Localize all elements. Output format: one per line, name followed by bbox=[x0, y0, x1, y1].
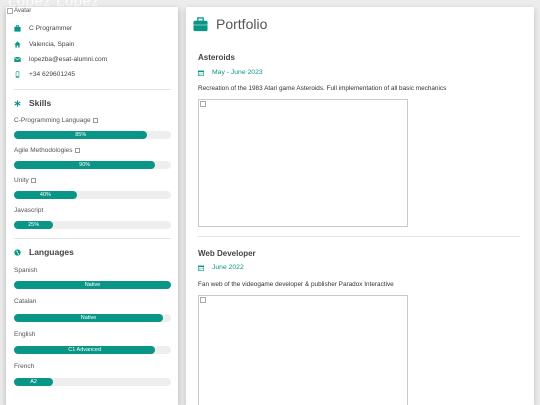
language-bar: A2 bbox=[14, 378, 171, 386]
skill-bar-fill: 90% bbox=[14, 161, 156, 169]
home-icon bbox=[14, 41, 21, 48]
globe-icon bbox=[14, 248, 21, 256]
languages-title: Languages bbox=[14, 247, 74, 257]
divider bbox=[198, 236, 520, 237]
asterisk-icon bbox=[14, 99, 21, 107]
skill-label-text: Javascript bbox=[14, 207, 44, 214]
info-email-text[interactable]: lopezba@esat-alumni.com bbox=[29, 56, 107, 63]
skill-label-text: Agile Methodologies bbox=[14, 147, 73, 154]
project-description: Recreation of the 1983 Atari game Astero… bbox=[198, 85, 447, 92]
language-label: French bbox=[14, 363, 35, 370]
skill-bar: 40% bbox=[14, 191, 171, 199]
calendar-icon bbox=[198, 265, 204, 271]
phone-icon bbox=[15, 71, 20, 78]
info-phone-text: +34 629601245 bbox=[29, 71, 76, 78]
project-image[interactable] bbox=[198, 295, 408, 405]
info-location: Valencia, Spain bbox=[14, 41, 74, 48]
language-bar: Native bbox=[14, 281, 171, 289]
languages-title-text: Languages bbox=[29, 247, 74, 257]
language-label: English bbox=[14, 331, 36, 338]
project-date-text: May - June 2023 bbox=[212, 69, 263, 76]
broken-image-icon bbox=[74, 148, 80, 153]
project-date: May - June 2023 bbox=[198, 69, 263, 76]
portfolio-title-text: Portfolio bbox=[216, 16, 268, 32]
skill-label-text: Unity bbox=[14, 177, 29, 184]
project-name: Web Developer bbox=[198, 249, 256, 258]
project-date: June 2022 bbox=[198, 264, 244, 271]
skill-bar-fill: 25% bbox=[14, 221, 54, 229]
skill-label: C-Programming Language bbox=[14, 117, 98, 124]
broken-image-icon bbox=[92, 118, 98, 123]
avatar: Avatar bbox=[7, 8, 31, 14]
skill-label: Agile Methodologies bbox=[14, 147, 80, 154]
info-phone: +34 629601245 bbox=[14, 71, 75, 78]
briefcase-icon bbox=[14, 25, 21, 32]
project-image[interactable] bbox=[198, 99, 408, 227]
broken-image-icon bbox=[7, 8, 13, 14]
language-bar-fill: Native bbox=[14, 281, 171, 289]
project-description: Fan web of the videogame developer & pub… bbox=[198, 281, 394, 288]
info-occupation-text: C Programmer bbox=[29, 25, 73, 32]
language-bar: C1 Advanced bbox=[14, 346, 171, 354]
project-date-text: June 2022 bbox=[212, 264, 244, 271]
skills-title-text: Skills bbox=[29, 98, 52, 108]
skill-bar: 85% bbox=[14, 131, 171, 139]
language-label: Catalan bbox=[14, 298, 37, 305]
info-location-text: Valencia, Spain bbox=[29, 41, 75, 48]
skill-label: Unity bbox=[14, 177, 36, 184]
language-bar: Native bbox=[14, 314, 171, 322]
calendar-icon bbox=[198, 70, 204, 76]
avatar-alt-text: Avatar bbox=[14, 8, 32, 14]
skill-bar-fill: 40% bbox=[14, 191, 77, 199]
skill-bar: 90% bbox=[14, 161, 171, 169]
portfolio-card: Portfolio Asteroids May - June 2023 Recr… bbox=[186, 7, 534, 405]
profile-card: Avatar C Programmer Valencia, Spain lope… bbox=[6, 7, 178, 405]
broken-image-icon bbox=[200, 101, 206, 107]
skill-bar-fill: 85% bbox=[14, 131, 148, 139]
info-occupation: C Programmer bbox=[14, 25, 72, 32]
portfolio-title: Portfolio bbox=[193, 16, 267, 32]
skill-label: Javascript bbox=[14, 207, 43, 214]
envelope-icon bbox=[14, 56, 21, 62]
divider bbox=[14, 89, 171, 90]
broken-image-icon bbox=[30, 178, 36, 183]
language-label: Spanish bbox=[14, 267, 38, 274]
project-name: Asteroids bbox=[198, 53, 235, 62]
language-bar-fill: A2 bbox=[14, 378, 54, 386]
language-bar-fill: Native bbox=[14, 314, 164, 322]
broken-image-icon bbox=[200, 297, 206, 303]
info-email[interactable]: lopezba@esat-alumni.com bbox=[14, 56, 107, 63]
briefcase-icon bbox=[193, 16, 208, 31]
skills-title: Skills bbox=[14, 98, 51, 108]
skill-bar: 25% bbox=[14, 221, 171, 229]
skill-label-text: C-Programming Language bbox=[14, 117, 91, 124]
language-bar-fill: C1 Advanced bbox=[14, 346, 156, 354]
divider bbox=[14, 238, 171, 239]
